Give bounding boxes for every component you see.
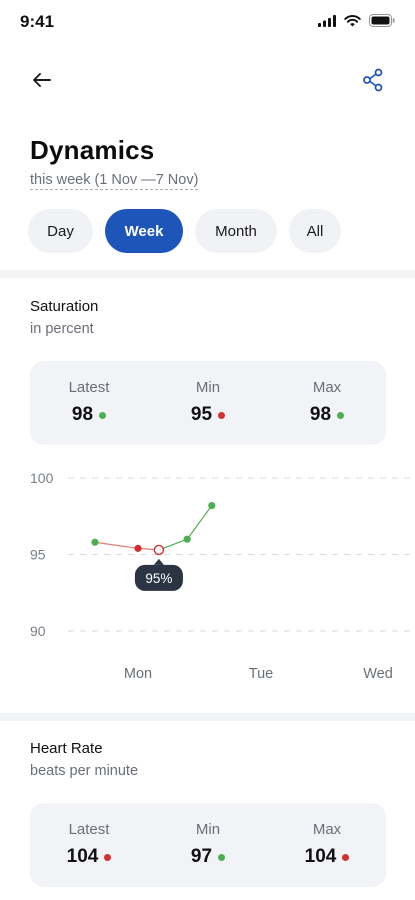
stat-label: Min	[195, 821, 221, 838]
stat-value: 98	[71, 404, 107, 426]
stat-label: Max	[312, 821, 342, 838]
status-bar: 9:41	[0, 0, 415, 44]
saturation-stats-card: Latest 98 Min 95 Max 98	[30, 361, 386, 445]
heart-rate-unit: beats per minute	[30, 763, 139, 779]
heart-rate-stat-max: Max 104	[277, 821, 377, 868]
data-point	[183, 535, 191, 543]
data-point	[134, 544, 142, 552]
x-tick-label: Mon	[124, 666, 152, 682]
tooltip-label: 95%	[145, 571, 172, 586]
y-tick-label: 100	[30, 470, 54, 486]
series-line-segment	[94, 541, 139, 549]
data-point-selected	[153, 544, 165, 556]
battery-icon	[369, 14, 395, 32]
status-dot-red	[104, 853, 112, 861]
heart-rate-stat-min: Min 97	[158, 821, 258, 868]
y-tick-label: 90	[30, 623, 46, 639]
status-time: 9:41	[20, 12, 55, 31]
x-tick-label: Wed	[363, 666, 393, 682]
section-divider	[0, 713, 415, 721]
data-point	[208, 501, 216, 510]
heart-rate-stats-card: Latest 104 Min 97 Max 104	[30, 803, 386, 887]
stat-label: Latest	[68, 821, 110, 838]
arrow-left-icon	[32, 72, 52, 93]
stat-number: 98	[309, 404, 332, 425]
share-button[interactable]	[359, 68, 387, 96]
saturation-stat-latest: Latest 98	[39, 379, 139, 426]
period-tabs: Day Week Month All	[28, 209, 341, 253]
share-icon	[362, 68, 384, 97]
status-icons	[318, 14, 395, 32]
saturation-stat-min: Min 95	[158, 379, 258, 426]
stat-value: 104	[305, 846, 350, 868]
status-dot-green	[99, 411, 107, 419]
stat-value: 95	[190, 404, 226, 426]
stat-number: 97	[190, 846, 213, 867]
stat-number: 98	[71, 404, 94, 425]
saturation-stat-max: Max 98	[277, 379, 377, 426]
page-title: Dynamics	[30, 135, 155, 165]
tab-all[interactable]: All	[289, 209, 341, 253]
status-dot-green	[218, 853, 226, 861]
stat-number: 104	[304, 846, 337, 867]
stat-value: 98	[309, 404, 345, 426]
section-divider	[0, 270, 415, 278]
status-dot-red	[342, 853, 350, 861]
date-range-selector[interactable]: this week (1 Nov —7 Nov)	[30, 172, 199, 190]
stat-label: Max	[312, 379, 342, 396]
tooltip-pointer	[153, 558, 164, 565]
tab-week[interactable]: Week	[105, 209, 183, 253]
stat-value: 97	[190, 846, 226, 868]
saturation-line-chart[interactable]: 100 95 90 Mon Tue Wed 95%	[0, 460, 415, 700]
stat-label: Latest	[68, 379, 110, 396]
saturation-unit: in percent	[30, 321, 94, 337]
signal-icon	[318, 14, 336, 32]
heart-rate-stat-latest: Latest 104	[39, 821, 139, 868]
x-tick-label: Tue	[249, 666, 273, 682]
series-line-segment	[186, 505, 213, 540]
stat-number: 104	[66, 846, 99, 867]
y-tick-label: 95	[30, 547, 46, 563]
status-dot-green	[337, 411, 345, 419]
back-button[interactable]	[28, 68, 56, 96]
stat-label: Min	[195, 379, 221, 396]
tab-day[interactable]: Day	[28, 209, 93, 253]
stat-number: 95	[190, 404, 213, 425]
tab-month[interactable]: Month	[195, 209, 277, 253]
wifi-icon	[344, 14, 361, 32]
data-point	[91, 538, 99, 546]
top-nav	[0, 60, 415, 104]
status-dot-red	[218, 411, 226, 419]
heart-rate-title: Heart Rate	[30, 740, 103, 757]
saturation-title: Saturation	[30, 298, 99, 315]
stat-value: 104	[67, 846, 112, 868]
